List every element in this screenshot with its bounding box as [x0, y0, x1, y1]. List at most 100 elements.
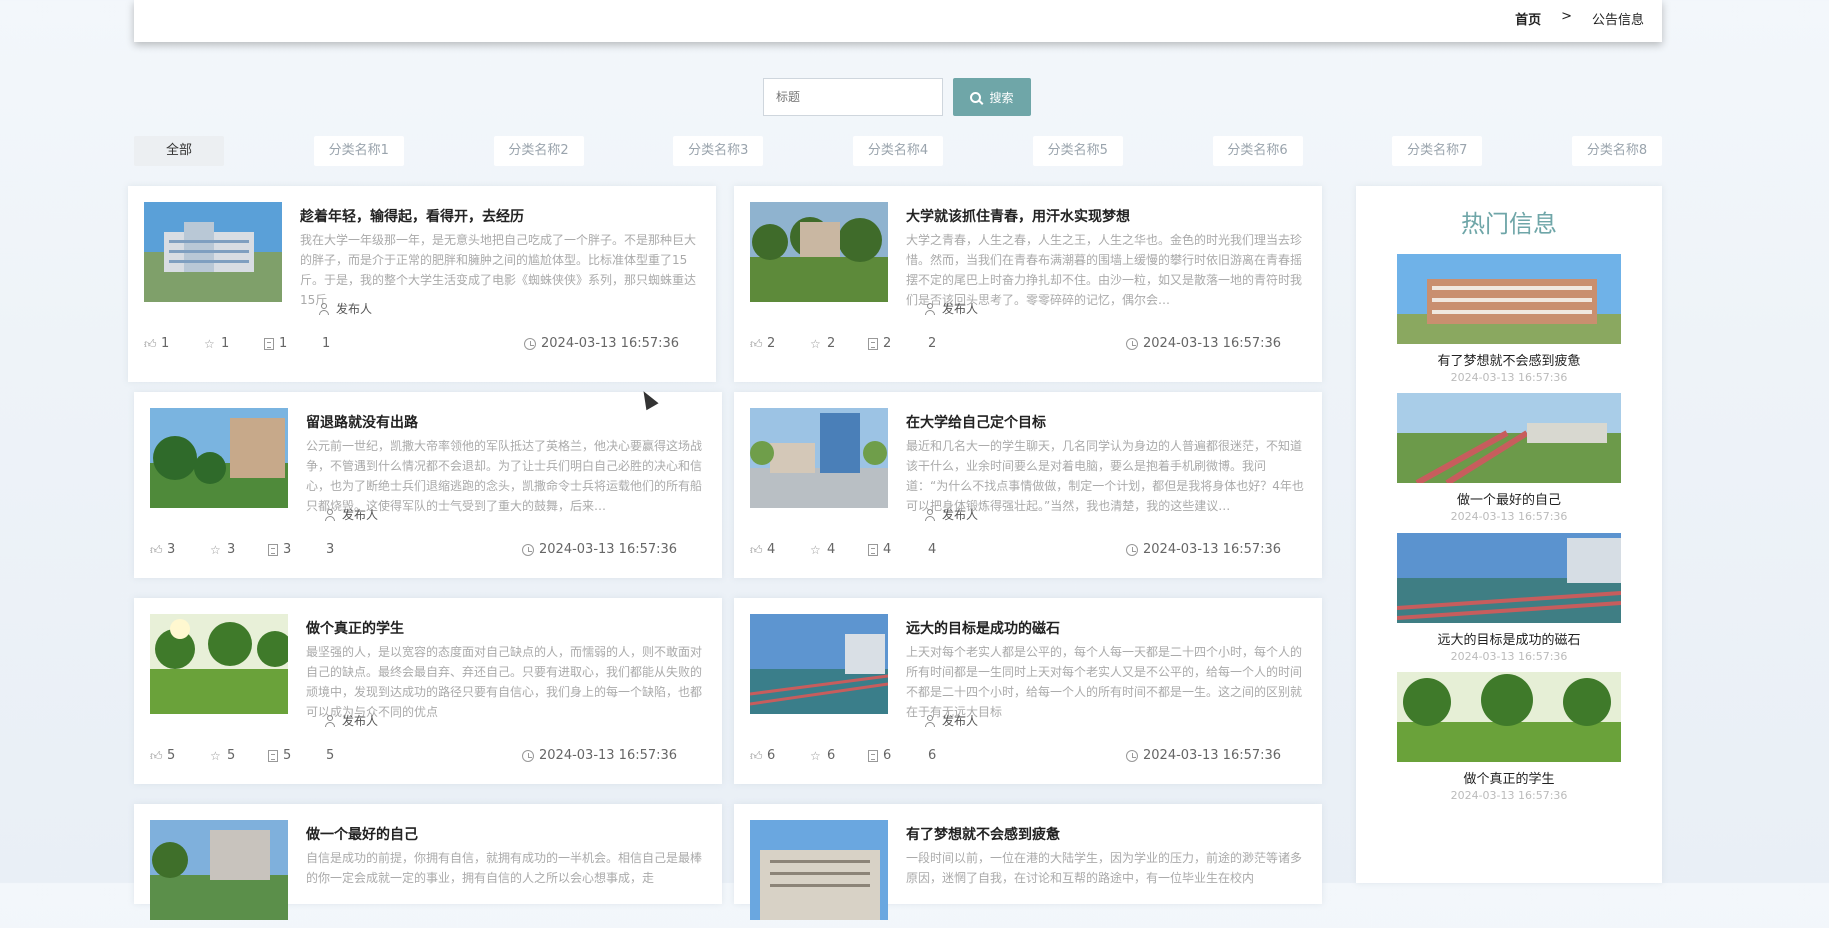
- news-title[interactable]: 趁着年轻，输得起，看得开，去经历: [300, 206, 524, 226]
- like-icon: 👍︎: [750, 748, 763, 763]
- news-title[interactable]: 大学就该抓住青春，用汗水实现梦想: [906, 206, 1130, 226]
- like-stat[interactable]: 👍︎ 5: [150, 748, 175, 763]
- search-button[interactable]: 搜索: [953, 78, 1031, 116]
- category-tab-2[interactable]: 分类名称2: [493, 136, 584, 166]
- time-stat: 2024-03-13 16:57:36: [522, 542, 677, 557]
- search-input[interactable]: [763, 78, 943, 116]
- comment-stat[interactable]: 4: [868, 542, 891, 557]
- news-excerpt: 自信是成功的前提，你拥有自信，就拥有成功的一半机会。相信自己是最棒的你一定会成就…: [306, 851, 703, 885]
- fav-stat[interactable]: ☆ 4: [810, 542, 835, 557]
- comment-icon: [264, 337, 274, 350]
- hot-item-time: 2024-03-13 16:57:36: [1450, 371, 1568, 384]
- like-stat[interactable]: 👍︎ 3: [150, 542, 175, 557]
- author-label: 发布人: [942, 508, 979, 522]
- category-tab-4[interactable]: 分类名称4: [853, 136, 943, 166]
- like-icon: 👍︎: [750, 336, 763, 351]
- category-tab-3[interactable]: 分类名称3: [673, 136, 764, 166]
- comment-stat[interactable]: 6: [868, 748, 891, 763]
- news-thumbnail[interactable]: [750, 202, 888, 302]
- clock-icon: [1126, 337, 1138, 350]
- news-excerpt: 最近和几名大一的学生聊天，几名同学认为身边的人普遍都很迷茫，不知道该干什么，业余…: [906, 439, 1304, 513]
- news-card[interactable]: 趁着年轻，输得起，看得开，去经历 我在大学一年级那一年，是无意头地把自己吃成了一…: [128, 186, 716, 382]
- news-author: 发布人: [924, 712, 978, 729]
- news-card[interactable]: 做个真正的学生 最坚强的人，是以宽容的态度面对自己缺点的人，而懦弱的人，则不敢面…: [134, 598, 722, 784]
- news-card[interactable]: 做一个最好的自己 自信是成功的前提，你拥有自信，就拥有成功的一半机会。相信自己是…: [134, 804, 722, 920]
- news-card[interactable]: 远大的目标是成功的磁石 上天对每个老实人都是公平的，每个人每一天都是二十四个小时…: [734, 598, 1322, 784]
- fav-stat[interactable]: ☆ 5: [210, 748, 235, 763]
- news-title[interactable]: 做一个最好的自己: [306, 824, 418, 844]
- news-title[interactable]: 留退路就没有出路: [306, 412, 418, 432]
- comment-icon: [268, 543, 278, 556]
- like-count: 5: [167, 748, 176, 763]
- publish-time: 2024-03-13 16:57:36: [539, 542, 678, 557]
- publish-time: 2024-03-13 16:57:36: [1143, 542, 1282, 557]
- hot-thumbnail[interactable]: [1397, 254, 1621, 344]
- hot-item[interactable]: 做一个最好的自己 2024-03-13 16:57:36: [1397, 393, 1621, 523]
- like-count: 1: [161, 336, 170, 351]
- hot-thumbnail[interactable]: [1397, 393, 1621, 483]
- view-count: 1: [322, 336, 331, 351]
- fav-stat[interactable]: ☆ 1: [204, 336, 229, 351]
- news-card[interactable]: 留退路就没有出路 公元前一世纪，凯撒大帝率领他的军队抵达了英格兰，他决心要赢得这…: [134, 392, 722, 578]
- category-tab-6[interactable]: 分类名称6: [1212, 136, 1303, 166]
- news-thumbnail[interactable]: [150, 614, 288, 714]
- author-label: 发布人: [342, 714, 379, 728]
- news-thumbnail[interactable]: [750, 820, 888, 920]
- news-excerpt: 大学之青春，人生之春，人生之王，人生之华也。金色的时光我们理当去珍惜。然而，当我…: [906, 233, 1303, 307]
- user-icon: [324, 508, 336, 521]
- news-card[interactable]: 在大学给自己定个目标 最近和几名大一的学生聊天，几名同学认为身边的人普遍都很迷茫…: [734, 392, 1322, 578]
- hot-item-time: 2024-03-13 16:57:36: [1450, 510, 1568, 523]
- like-stat[interactable]: 👍︎ 2: [750, 336, 775, 351]
- news-title[interactable]: 在大学给自己定个目标: [906, 412, 1046, 432]
- news-thumbnail[interactable]: [144, 202, 282, 302]
- hot-item-title[interactable]: 远大的目标是成功的磁石: [1397, 629, 1621, 648]
- news-thumbnail[interactable]: [150, 820, 288, 920]
- news-title[interactable]: 有了梦想就不会感到疲惫: [906, 824, 1060, 844]
- category-tab-8[interactable]: 分类名称8: [1572, 136, 1662, 166]
- like-stat[interactable]: 👍︎ 6: [750, 748, 775, 763]
- view-count: 2: [928, 336, 937, 351]
- like-stat[interactable]: 👍︎ 4: [750, 542, 775, 557]
- news-thumbnail[interactable]: [150, 408, 288, 508]
- user-icon: [924, 714, 936, 727]
- comment-stat[interactable]: 2: [868, 336, 891, 351]
- news-title[interactable]: 远大的目标是成功的磁石: [906, 618, 1060, 638]
- star-icon: ☆: [204, 336, 215, 351]
- news-thumbnail[interactable]: [750, 408, 888, 508]
- comment-stat[interactable]: 1: [264, 336, 287, 351]
- fav-stat[interactable]: ☆ 3: [210, 542, 235, 557]
- news-title[interactable]: 做个真正的学生: [306, 618, 404, 638]
- category-tab-1[interactable]: 分类名称1: [313, 136, 404, 166]
- fav-stat[interactable]: ☆ 2: [810, 336, 835, 351]
- category-tab-all[interactable]: 全部: [134, 136, 224, 166]
- hot-item-title[interactable]: 做一个最好的自己: [1397, 489, 1621, 508]
- comment-stat[interactable]: 5: [268, 748, 291, 763]
- like-icon: 👍︎: [750, 542, 763, 557]
- news-card[interactable]: 有了梦想就不会感到疲惫 一段时间以前，一位在港的大陆学生，因为学业的压力，前途的…: [734, 804, 1322, 920]
- comment-icon: [868, 543, 878, 556]
- hot-item-title[interactable]: 做个真正的学生: [1397, 768, 1621, 787]
- hot-item-title[interactable]: 有了梦想就不会感到疲惫: [1397, 350, 1621, 369]
- news-thumbnail[interactable]: [750, 614, 888, 714]
- comment-stat[interactable]: 3: [268, 542, 291, 557]
- user-icon: [924, 508, 936, 521]
- user-icon: [324, 714, 336, 727]
- view-stat: 3: [326, 542, 334, 557]
- like-icon: 👍︎: [150, 542, 163, 557]
- breadcrumb-home[interactable]: 首页: [1515, 9, 1541, 28]
- view-count: 4: [928, 542, 937, 557]
- hot-item[interactable]: 远大的目标是成功的磁石 2024-03-13 16:57:36: [1397, 533, 1621, 663]
- user-icon: [318, 302, 330, 315]
- news-card[interactable]: 大学就该抓住青春，用汗水实现梦想 大学之青春，人生之春，人生之王，人生之华也。金…: [734, 186, 1322, 382]
- hot-item[interactable]: 有了梦想就不会感到疲惫 2024-03-13 16:57:36: [1397, 254, 1621, 384]
- category-tab-5[interactable]: 分类名称5: [1032, 136, 1123, 166]
- category-tab-7[interactable]: 分类名称7: [1392, 136, 1483, 166]
- like-stat[interactable]: 👍︎ 1: [144, 336, 169, 351]
- news-excerpt: 公元前一世纪，凯撒大帝率领他的军队抵达了英格兰，他决心要赢得这场战争，不管遇到什…: [306, 439, 703, 513]
- hot-item[interactable]: 做个真正的学生 2024-03-13 16:57:36: [1397, 672, 1621, 802]
- hot-thumbnail[interactable]: [1397, 672, 1621, 762]
- fav-stat[interactable]: ☆ 6: [810, 748, 835, 763]
- hot-item-time: 2024-03-13 16:57:36: [1450, 789, 1568, 802]
- hot-thumbnail[interactable]: [1397, 533, 1621, 623]
- view-stat: 1: [322, 336, 330, 351]
